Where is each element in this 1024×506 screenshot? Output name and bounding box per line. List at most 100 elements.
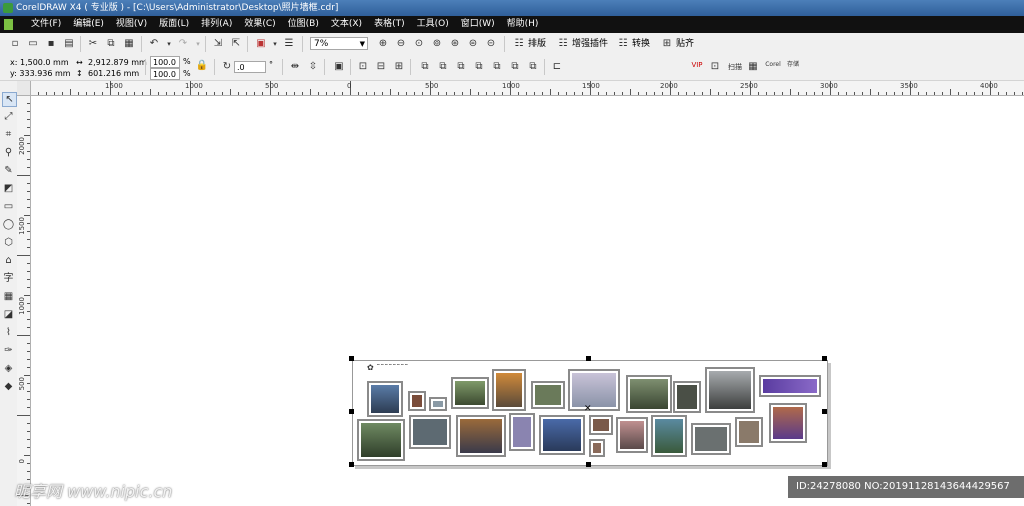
- zoom-all-icon[interactable]: ⊚: [430, 38, 444, 50]
- interactive-tool-icon[interactable]: ◪: [2, 308, 15, 321]
- horizontal-ruler[interactable]: 1500 1000 500 0 500 1000 1500 2000 2500 …: [30, 81, 1024, 96]
- photo-frame[interactable]: [367, 381, 403, 417]
- back-minus-front-icon[interactable]: ⧉: [508, 61, 522, 73]
- layout-plugin-label[interactable]: 排版: [528, 38, 546, 50]
- photo-frame[interactable]: [451, 377, 489, 409]
- photo-frame[interactable]: [735, 417, 763, 447]
- photo-frame[interactable]: [509, 413, 535, 451]
- simplify-icon[interactable]: ⧉: [472, 61, 486, 73]
- menu-help[interactable]: 帮助(H): [501, 16, 545, 33]
- rectangle-tool-icon[interactable]: ▭: [2, 200, 15, 213]
- selection-handle[interactable]: [349, 356, 354, 361]
- convert-plugin-label[interactable]: 转换: [632, 38, 650, 50]
- selection-handle[interactable]: [822, 356, 827, 361]
- document-icon[interactable]: [4, 19, 13, 30]
- shape-tool-icon[interactable]: ⤢: [2, 110, 15, 123]
- menu-edit[interactable]: 编辑(E): [67, 16, 110, 33]
- enhance-plugin-label[interactable]: 增强插件: [572, 38, 608, 50]
- pick-tool-icon[interactable]: ↖: [2, 92, 17, 107]
- menu-tools[interactable]: 工具(O): [411, 16, 455, 33]
- selection-handle[interactable]: [586, 462, 591, 467]
- zoom-out-icon[interactable]: ⊖: [394, 38, 408, 50]
- menu-layout[interactable]: 版面(L): [153, 16, 195, 33]
- text-tool-icon[interactable]: 字: [2, 272, 15, 285]
- snap-plugin-icon[interactable]: ⊞: [660, 38, 674, 50]
- y-position-field[interactable]: y: 333.936 mm: [10, 68, 71, 80]
- lock-ratio-icon[interactable]: 🔒: [195, 60, 209, 72]
- smart-fill-tool-icon[interactable]: ◩: [2, 182, 15, 195]
- mirror-horizontal-icon[interactable]: ⇹: [288, 61, 302, 73]
- scan-icon[interactable]: 扫描: [728, 61, 742, 73]
- selection-handle[interactable]: [586, 356, 591, 361]
- photo-frame[interactable]: [409, 415, 451, 449]
- photo-frame[interactable]: [408, 391, 426, 411]
- qr-code-icon[interactable]: ▦: [746, 61, 760, 73]
- freehand-tool-icon[interactable]: ✎: [2, 164, 15, 177]
- zoom-in-icon[interactable]: ⊕: [376, 38, 390, 50]
- new-icon[interactable]: ▫: [8, 38, 22, 50]
- trim-icon[interactable]: ⧉: [436, 61, 450, 73]
- zoom-width-icon[interactable]: ⊜: [466, 38, 480, 50]
- save-icon[interactable]: ▪: [44, 38, 58, 50]
- group-icon[interactable]: ▣: [332, 61, 346, 73]
- selection-handle[interactable]: [822, 462, 827, 467]
- photo-frame[interactable]: [539, 415, 585, 455]
- menu-arrange[interactable]: 排列(A): [195, 16, 238, 33]
- zoom-height-icon[interactable]: ⊝: [484, 38, 498, 50]
- intersect-icon[interactable]: ⧉: [454, 61, 468, 73]
- copy-icon[interactable]: ⧉: [104, 38, 118, 50]
- zoom-level-select[interactable]: 7% ▼: [310, 37, 368, 50]
- print-icon[interactable]: ▤: [62, 38, 76, 50]
- scale-x-field[interactable]: 100.0: [150, 56, 180, 68]
- menu-bitmaps[interactable]: 位图(B): [282, 16, 325, 33]
- welcome-screen-icon[interactable]: ☰: [282, 38, 296, 50]
- photo-frame[interactable]: [456, 415, 506, 457]
- export-icon[interactable]: ⇱: [229, 38, 243, 50]
- ungroup-icon[interactable]: ⊡: [356, 61, 370, 73]
- photo-frame[interactable]: [759, 375, 821, 397]
- fill-tool-icon[interactable]: ◈: [2, 362, 15, 375]
- eyedropper-tool-icon[interactable]: ⌇: [2, 326, 15, 339]
- menu-view[interactable]: 视图(V): [110, 16, 153, 33]
- photo-frame[interactable]: [626, 375, 672, 413]
- photo-frame[interactable]: [492, 369, 526, 411]
- open-icon[interactable]: ▭: [26, 38, 40, 50]
- crop-tool-icon[interactable]: ⌗: [2, 128, 15, 141]
- zoom-tool-icon[interactable]: ⚲: [2, 146, 15, 159]
- combine-icon[interactable]: ⊞: [392, 61, 406, 73]
- launcher-dropdown-icon[interactable]: ▾: [268, 38, 282, 50]
- table-tool-icon[interactable]: ▦: [2, 290, 15, 303]
- outline-tool-icon[interactable]: ✑: [2, 344, 15, 357]
- undo-icon[interactable]: ↶: [147, 38, 161, 50]
- enhance-plugin-icon[interactable]: ☷: [556, 38, 570, 50]
- photo-frame[interactable]: [705, 367, 755, 413]
- height-field[interactable]: 601.216 mm: [88, 68, 139, 80]
- photo-frame[interactable]: [568, 369, 620, 411]
- basic-shapes-tool-icon[interactable]: ⌂: [2, 254, 15, 267]
- application-launcher-icon[interactable]: ▣: [254, 38, 268, 50]
- convert-plugin-icon[interactable]: ☷: [616, 38, 630, 50]
- zoom-page-icon[interactable]: ⊛: [448, 38, 462, 50]
- photo-frame[interactable]: [357, 419, 405, 461]
- boundary-icon[interactable]: ⧉: [526, 61, 540, 73]
- photo-frame[interactable]: [429, 397, 447, 411]
- cut-icon[interactable]: ✂: [86, 38, 100, 50]
- weld-icon[interactable]: ⧉: [418, 61, 432, 73]
- vip-icon[interactable]: VIP: [690, 59, 704, 71]
- snap-plugin-label[interactable]: 贴齐: [676, 38, 694, 50]
- menu-table[interactable]: 表格(T): [368, 16, 411, 33]
- selection-center-icon[interactable]: ✕: [584, 405, 592, 414]
- redo-dropdown-icon[interactable]: ▾: [191, 38, 205, 50]
- vertical-ruler[interactable]: 2000 1500 1000 500 0: [17, 95, 31, 506]
- rotation-field[interactable]: .0: [234, 61, 266, 73]
- photo-frame[interactable]: [651, 415, 687, 457]
- storage-icon[interactable]: 存储: [784, 59, 802, 71]
- photo-frame[interactable]: [589, 415, 613, 435]
- ruler-origin[interactable]: [17, 81, 31, 96]
- ungroup-all-icon[interactable]: ⊟: [374, 61, 388, 73]
- photo-frame[interactable]: [589, 439, 605, 457]
- corel-icon[interactable]: Corel: [764, 59, 782, 71]
- selection-handle[interactable]: [349, 409, 354, 414]
- polygon-tool-icon[interactable]: ⬡: [2, 236, 15, 249]
- layout-plugin-icon[interactable]: ☷: [512, 38, 526, 50]
